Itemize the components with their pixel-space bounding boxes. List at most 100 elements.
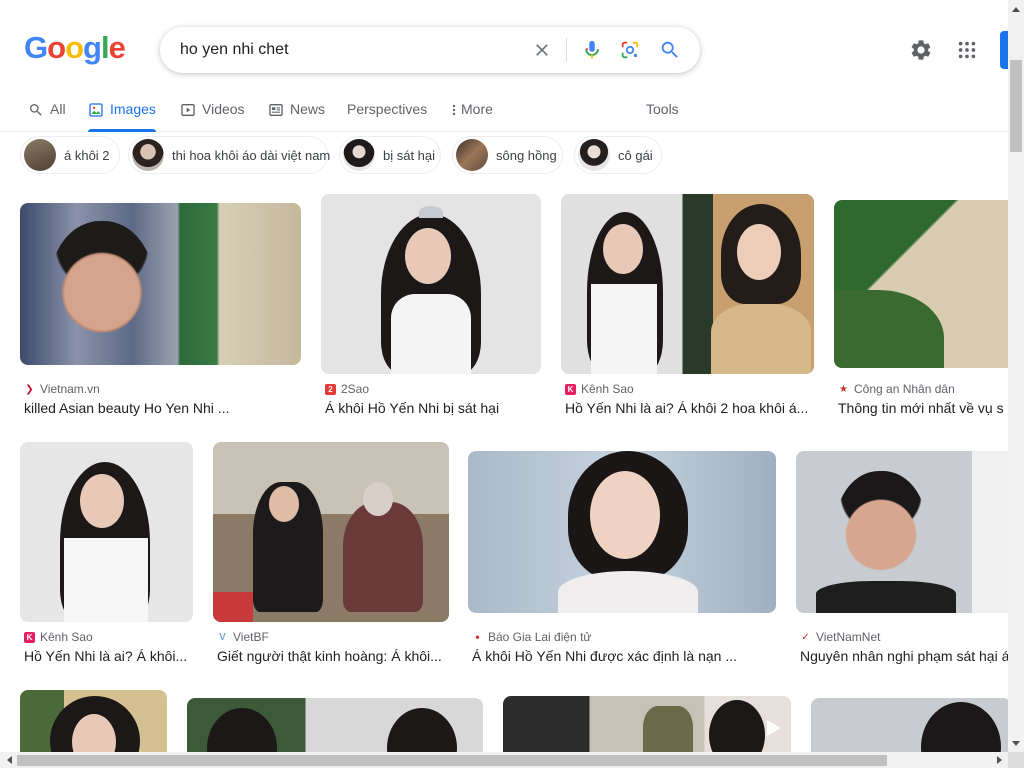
tab-label: Images (110, 101, 156, 117)
tab-label: Videos (202, 101, 245, 117)
lens-search-button[interactable] (618, 38, 642, 62)
horizontal-scroll-thumb[interactable] (17, 755, 887, 766)
tools-button[interactable]: Tools (646, 96, 679, 132)
chip[interactable]: thi hoa khôi áo dài việt nam (128, 136, 330, 174)
scroll-up-arrow[interactable] (1008, 0, 1024, 17)
image-result[interactable]: ★ Công an Nhân dân Thông tin mới nhất về… (834, 194, 1008, 420)
result-thumbnail (834, 200, 1008, 368)
favicon: ✓ (800, 631, 811, 643)
news-icon (268, 102, 284, 118)
tab-label: Perspectives (347, 101, 428, 117)
image-result[interactable] (20, 690, 167, 752)
image-icon (88, 102, 104, 118)
image-result[interactable] (503, 696, 791, 752)
chip-label: sông hồng (496, 147, 557, 163)
result-title[interactable]: killed Asian beauty Ho Yen Nhi ... (24, 400, 304, 416)
result-title[interactable]: Hồ Yến Nhi là ai? Á khôi... (24, 648, 190, 664)
scrollbar-corner (1008, 752, 1024, 768)
tab-label: Tools (646, 101, 679, 117)
image-result[interactable]: • Báo Gia Lai điện tử Á khôi Hồ Yến Nhi … (468, 442, 776, 668)
logo-letter: e (108, 30, 126, 65)
tab-label: More (461, 101, 493, 117)
favicon: ★ (838, 383, 849, 395)
chip-thumbnail (132, 139, 164, 171)
voice-search-button[interactable] (580, 38, 604, 62)
more-vert-icon (450, 102, 458, 118)
vertical-scrollbar[interactable] (1008, 0, 1024, 752)
image-result[interactable] (187, 698, 483, 752)
logo-letter: g (83, 30, 102, 65)
logo-letter: o (47, 30, 66, 65)
image-result[interactable]: K Kênh Sao Hồ Yến Nhi là ai? Á khôi... (20, 442, 193, 668)
image-result[interactable]: ❯ Vietnam.vn killed Asian beauty Ho Yen … (20, 194, 301, 420)
result-thumbnail (796, 451, 1008, 613)
result-source: ★ Công an Nhân dân (838, 382, 955, 396)
scroll-right-arrow[interactable] (991, 752, 1008, 768)
image-result[interactable] (811, 698, 1008, 752)
result-source: K Kênh Sao (565, 382, 634, 396)
search-submit-button[interactable] (658, 38, 682, 62)
result-thumbnail (561, 194, 814, 374)
source-name: VietNamNet (816, 630, 881, 644)
chip[interactable]: bị sát hại (339, 136, 441, 174)
settings-button[interactable] (908, 37, 934, 63)
mic-icon (585, 40, 599, 59)
tab-news[interactable]: News (268, 96, 325, 132)
favicon: V (217, 631, 228, 643)
result-thumbnail (187, 698, 483, 752)
chip-thumbnail (24, 139, 56, 171)
refinement-chips: á khôi 2 thi hoa khôi áo dài việt nam bị… (20, 136, 1010, 176)
vertical-scroll-thumb[interactable] (1010, 60, 1022, 152)
video-icon (180, 102, 196, 118)
result-thumbnail (20, 690, 167, 752)
chip[interactable]: sông hồng (452, 136, 563, 174)
result-source: ✓ VietNamNet (800, 630, 880, 644)
chip-thumbnail (578, 139, 610, 171)
search-box[interactable] (160, 27, 700, 73)
result-title[interactable]: Hồ Yến Nhi là ai? Á khôi 2 hoa khôi á... (565, 400, 815, 416)
result-thumbnail (503, 696, 791, 752)
result-title[interactable]: Á khôi Hồ Yến Nhi được xác định là nạn .… (472, 648, 772, 664)
result-source: • Báo Gia Lai điện tử (472, 630, 591, 644)
chip[interactable]: cô gái (574, 136, 662, 174)
search-input[interactable] (180, 37, 520, 63)
result-title[interactable]: Thông tin mới nhất về vụ s (838, 400, 1008, 416)
apps-grid-icon (958, 41, 976, 59)
tab-videos[interactable]: Videos (180, 96, 245, 132)
tab-label: News (290, 101, 326, 117)
logo-letter: G (24, 30, 48, 65)
chip-label: cô gái (618, 147, 653, 163)
searchbox-divider (566, 38, 567, 62)
tab-all[interactable]: All (28, 96, 66, 132)
google-apps-button[interactable] (954, 37, 980, 63)
source-name: Báo Gia Lai điện tử (488, 630, 592, 644)
clear-button[interactable] (530, 38, 554, 62)
result-thumbnail (20, 203, 301, 365)
close-icon (536, 44, 548, 56)
result-thumbnail (468, 451, 776, 613)
search-icon (28, 102, 44, 118)
source-name: Công an Nhân dân (854, 382, 955, 396)
favicon: • (472, 630, 483, 644)
result-title[interactable]: Á khôi Hồ Yến Nhi bị sát hại (325, 400, 545, 416)
result-thumbnail (811, 698, 1008, 752)
tab-perspectives[interactable]: Perspectives (347, 96, 427, 132)
logo-letter: o (65, 30, 84, 65)
horizontal-scrollbar[interactable] (0, 752, 1008, 768)
chip-thumbnail (343, 139, 375, 171)
chip[interactable]: á khôi 2 (20, 136, 120, 174)
gear-icon (911, 40, 931, 60)
tab-images[interactable]: Images (88, 96, 156, 132)
tab-more[interactable]: More (450, 96, 493, 132)
result-title[interactable]: Giết người thật kinh hoàng: Á khôi... (217, 648, 449, 664)
scroll-left-arrow[interactable] (0, 752, 17, 768)
favicon: 2 (325, 383, 336, 395)
image-result[interactable]: V VietBF Giết người thật kinh hoàng: Á k… (213, 442, 449, 668)
google-logo[interactable]: Google (24, 30, 126, 66)
result-title[interactable]: Nguyên nhân nghi phạm sát hại á (800, 648, 1008, 664)
image-result[interactable]: 2 2Sao Á khôi Hồ Yến Nhi bị sát hại (321, 194, 541, 420)
image-result[interactable]: ✓ VietNamNet Nguyên nhân nghi phạm sát h… (796, 442, 1008, 668)
image-results: ❯ Vietnam.vn killed Asian beauty Ho Yen … (0, 180, 1008, 752)
scroll-down-arrow[interactable] (1008, 735, 1024, 752)
image-result[interactable]: K Kênh Sao Hồ Yến Nhi là ai? Á khôi 2 ho… (561, 194, 814, 420)
